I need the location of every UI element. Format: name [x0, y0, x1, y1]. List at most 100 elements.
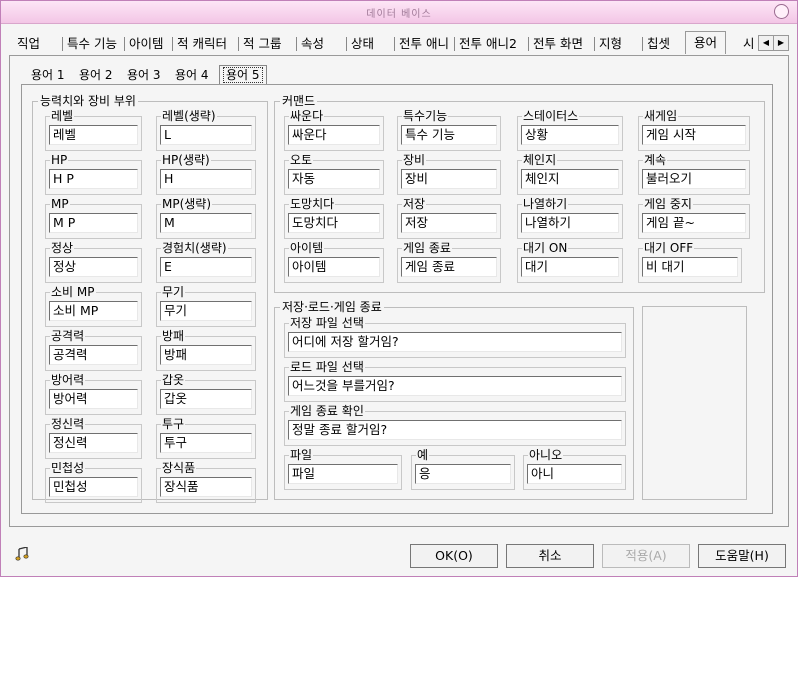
apply-button[interactable]: 적용(A) [602, 544, 690, 568]
tab-13[interactable]: 시 [743, 35, 755, 53]
help-button[interactable]: 도움말(H) [698, 544, 786, 568]
stats-field-input[interactable]: 장식품 [160, 477, 252, 497]
command-field-input[interactable]: 싸운다 [288, 125, 380, 145]
stats-field-input[interactable]: L [160, 125, 252, 145]
ok-button[interactable]: OK(O) [410, 544, 498, 568]
tab-11[interactable]: 칩셋 [647, 35, 670, 53]
save-field-label: 로드 파일 선택 [289, 360, 365, 374]
stats-field-input[interactable]: 소비 MP [49, 301, 138, 321]
empty-panel [642, 306, 747, 500]
command-field-input[interactable]: 게임 끝~ [642, 213, 746, 233]
stats-field-input[interactable]: H [160, 169, 252, 189]
tab-separator [642, 37, 643, 51]
stats-field-input[interactable]: 공격력 [49, 345, 138, 365]
stats-field-label: 방어력 [50, 373, 86, 387]
confirm-field-input[interactable]: 응 [415, 464, 511, 484]
command-field-input[interactable]: 불러오기 [642, 169, 746, 189]
save-field-label: 저장 파일 선택 [289, 316, 365, 330]
tab-scroll-left-icon[interactable]: ◀ [758, 35, 774, 51]
stats-field-input[interactable]: M P [49, 213, 138, 233]
tab-1[interactable]: 특수 기능 [67, 35, 117, 53]
subtab-1[interactable]: 용어 1 [31, 67, 65, 83]
command-field-input[interactable]: 저장 [401, 213, 497, 233]
tab-9[interactable]: 전투 화면 [533, 35, 583, 53]
tab-separator [172, 37, 173, 51]
confirm-field-label: 아니오 [528, 448, 564, 462]
subtab-4[interactable]: 용어 4 [175, 67, 209, 83]
command-field-input[interactable]: 대기 [521, 257, 619, 277]
command-field-input[interactable]: 도망치다 [288, 213, 380, 233]
stats-field-input[interactable]: 무기 [160, 301, 252, 321]
stats-field-input[interactable]: 민첩성 [49, 477, 138, 497]
music-note-icon[interactable] [15, 547, 29, 561]
confirm-field-input[interactable]: 파일 [288, 464, 398, 484]
tab-5[interactable]: 속성 [301, 35, 324, 53]
save-field-input[interactable]: 정말 종료 할거임? [288, 420, 622, 440]
tab-0[interactable]: 직업 [17, 35, 40, 53]
command-field-input[interactable]: 장비 [401, 169, 497, 189]
command-field-input[interactable]: 자동 [288, 169, 380, 189]
tab-scroll-right-icon[interactable]: ▶ [773, 35, 789, 51]
stats-field-label: HP(생략) [161, 153, 211, 167]
tab-3[interactable]: 적 캐릭터 [177, 35, 227, 53]
tab-6[interactable]: 상태 [351, 35, 374, 53]
stats-field-label: 소비 MP [50, 285, 96, 299]
tab-7[interactable]: 전투 애니 [399, 35, 449, 53]
command-field-label: 체인지 [522, 153, 558, 167]
confirm-field-input[interactable]: 아니 [527, 464, 622, 484]
command-field-label: 장비 [402, 153, 427, 167]
cancel-button[interactable]: 취소 [506, 544, 594, 568]
stats-field-input[interactable]: M [160, 213, 252, 233]
confirm-field-2: 아니오아니 [523, 448, 626, 490]
tab-2[interactable]: 아이템 [129, 35, 164, 53]
stats-field-10: 공격력 공격력 [45, 329, 142, 371]
stats-field-17: 장식품 장식품 [156, 461, 256, 503]
stats-field-2: HP H P [45, 153, 142, 195]
stats-field-input[interactable]: 투구 [160, 433, 252, 453]
confirm-field-label: 파일 [289, 448, 314, 462]
stats-field-input[interactable]: H P [49, 169, 138, 189]
stats-field-input[interactable]: E [160, 257, 252, 277]
stats-field-8: 소비 MP 소비 MP [45, 285, 142, 327]
command-field-input[interactable]: 상황 [521, 125, 619, 145]
stats-field-label: 방패 [161, 329, 186, 343]
command-field-0: 싸운다 싸운다 [284, 109, 384, 151]
command-field-input[interactable]: 비 대기 [642, 257, 738, 277]
command-field-input[interactable]: 체인지 [521, 169, 619, 189]
save-field-input[interactable]: 어디에 저장 할거임? [288, 332, 622, 352]
command-field-label: 도망치다 [289, 197, 336, 211]
stats-field-input[interactable]: 레벨 [49, 125, 138, 145]
command-field-input[interactable]: 아이템 [288, 257, 380, 277]
command-field-1: 특수기능 특수 기능 [397, 109, 501, 151]
save-field-input[interactable]: 어느것을 부를거임? [288, 376, 622, 396]
close-icon[interactable] [774, 4, 789, 19]
tab-separator [528, 37, 529, 51]
confirm-field-label: 예 [416, 448, 430, 462]
command-field-4: 오토 자동 [284, 153, 384, 195]
tab-10[interactable]: 지형 [599, 35, 622, 53]
stats-field-input[interactable]: 정상 [49, 257, 138, 277]
stats-field-label: 정상 [50, 241, 75, 255]
command-field-input[interactable]: 게임 종료 [401, 257, 497, 277]
command-field-input[interactable]: 특수 기능 [401, 125, 497, 145]
command-field-input[interactable]: 게임 시작 [642, 125, 746, 145]
subtab-5[interactable]: 용어 5 [219, 65, 267, 84]
subtab-3[interactable]: 용어 3 [127, 67, 161, 83]
tab-8[interactable]: 전투 애니2 [459, 35, 517, 53]
stats-field-label: MP [50, 197, 70, 211]
subtab-2[interactable]: 용어 2 [79, 67, 113, 83]
stats-field-9: 무기 무기 [156, 285, 256, 327]
database-window: 데이터 베이스 직업 특수 기능 아이템 적 캐릭터 적 그룹 속성 상태 전투 애니 전투 애… [0, 0, 798, 577]
stats-field-input[interactable]: 갑옷 [160, 389, 252, 409]
stats-field-input[interactable]: 방패 [160, 345, 252, 365]
tab-separator [594, 37, 595, 51]
command-field-input[interactable]: 나열하기 [521, 213, 619, 233]
tab-4[interactable]: 적 그룹 [243, 35, 281, 53]
save-field-0: 저장 파일 선택어디에 저장 할거임? [284, 316, 626, 358]
stats-field-input[interactable]: 정신력 [49, 433, 138, 453]
tab-12[interactable]: 용어 [685, 31, 727, 54]
stats-field-14: 정신력 정신력 [45, 417, 142, 459]
command-field-5: 장비 장비 [397, 153, 501, 195]
stats-field-label: 경험치(생략) [161, 241, 228, 255]
stats-field-input[interactable]: 방어력 [49, 389, 138, 409]
